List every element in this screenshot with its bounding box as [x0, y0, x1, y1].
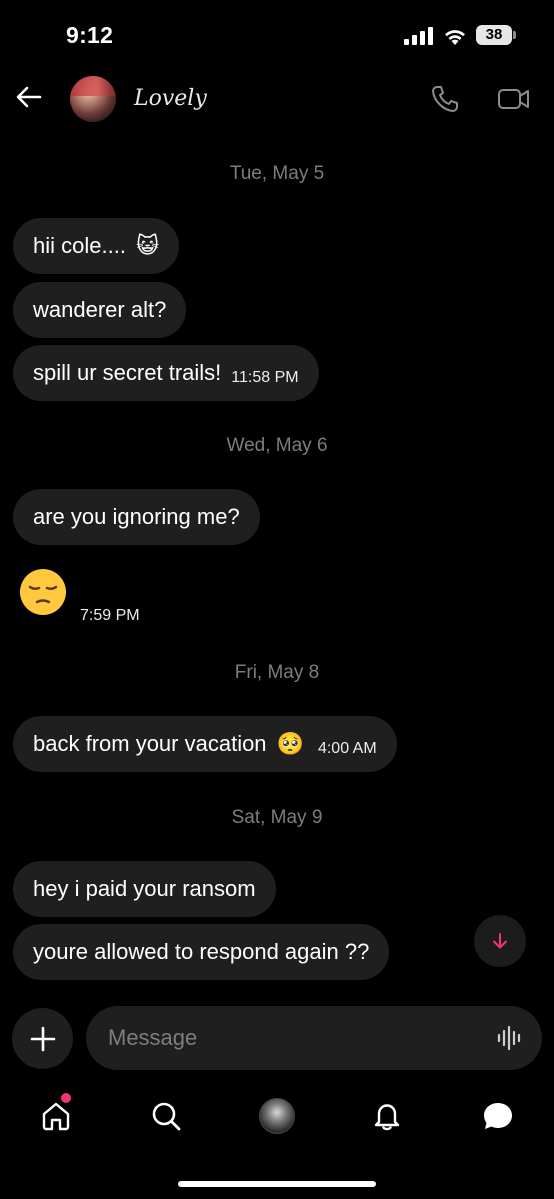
message-bubble[interactable]: spill ur secret trails! 11:58 PM: [13, 345, 319, 401]
message-bubble[interactable]: back from your vacation 🥺 4:00 AM: [13, 716, 397, 772]
plus-icon: [30, 1026, 55, 1051]
message-bubble[interactable]: hii cole.... 😺: [13, 218, 179, 274]
battery-tip: [513, 31, 516, 39]
message-bubble[interactable]: hey i paid your ransom: [13, 861, 276, 917]
phone-icon[interactable]: [430, 84, 460, 114]
contact-name[interactable]: Lovely: [134, 86, 207, 111]
back-arrow-icon[interactable]: [14, 82, 44, 112]
bottom-tab-bar: [0, 1084, 554, 1154]
status-bar: 9:12 38: [0, 0, 554, 70]
bell-icon: [374, 1104, 400, 1131]
message-text: wanderer alt?: [33, 297, 167, 322]
cat-emoji: 😺: [135, 233, 159, 259]
message-text: spill ur secret trails!: [33, 360, 222, 385]
cellular-signal-icon: [404, 27, 433, 45]
add-attachment-button[interactable]: [12, 1008, 73, 1069]
chat-bubble-icon: [484, 1103, 512, 1129]
message-text: hii cole....: [33, 233, 126, 258]
battery-level: 38: [476, 25, 512, 45]
message-timestamp: 7:59 PM: [80, 607, 140, 624]
pensive-face-emoji[interactable]: [18, 567, 68, 617]
contact-avatar[interactable]: [70, 76, 116, 122]
voice-waveform-icon[interactable]: [496, 1024, 524, 1052]
message-input-placeholder: Message: [108, 1025, 198, 1050]
message-text: youre allowed to respond again ??: [33, 939, 370, 964]
arrow-down-icon: [493, 933, 507, 949]
message-list[interactable]: Tue, May 5 hii cole.... 😺 wanderer alt? …: [0, 130, 554, 1000]
notification-dot: [61, 1093, 71, 1103]
home-icon: [42, 1102, 70, 1131]
tab-profile-avatar[interactable]: [259, 1098, 295, 1134]
date-separator: Fri, May 8: [234, 662, 320, 683]
message-text: are you ignoring me?: [33, 504, 240, 529]
chat-header: Lovely: [0, 70, 554, 130]
date-separator: Wed, May 6: [226, 435, 328, 456]
message-bubble[interactable]: are you ignoring me?: [13, 489, 260, 545]
tab-home[interactable]: [38, 1098, 74, 1134]
tab-notifications[interactable]: [369, 1098, 405, 1134]
message-timestamp: 11:58 PM: [231, 369, 299, 386]
battery-icon: 38: [476, 25, 516, 45]
message-bubble[interactable]: youre allowed to respond again ??: [13, 924, 390, 980]
search-icon: [152, 1102, 181, 1131]
message-bubble[interactable]: wanderer alt?: [13, 282, 187, 338]
pleading-face-emoji: 🥺: [276, 731, 304, 757]
message-input[interactable]: Message: [86, 1006, 542, 1070]
status-time: 9:12: [66, 22, 114, 48]
tab-search[interactable]: [148, 1098, 184, 1134]
message-text: hey i paid your ransom: [33, 876, 256, 901]
avatar-image: [70, 76, 116, 96]
home-indicator: [178, 1181, 376, 1187]
message-timestamp: 4:00 AM: [317, 740, 377, 757]
date-separator: Tue, May 5: [229, 163, 325, 184]
wifi-icon: [445, 30, 465, 45]
message-text: back from your vacation: [33, 731, 267, 756]
scroll-to-bottom-button[interactable]: [474, 915, 526, 967]
tab-messages[interactable]: [480, 1098, 516, 1134]
video-camera-icon[interactable]: [497, 86, 531, 112]
date-separator: Sat, May 9: [231, 807, 323, 828]
